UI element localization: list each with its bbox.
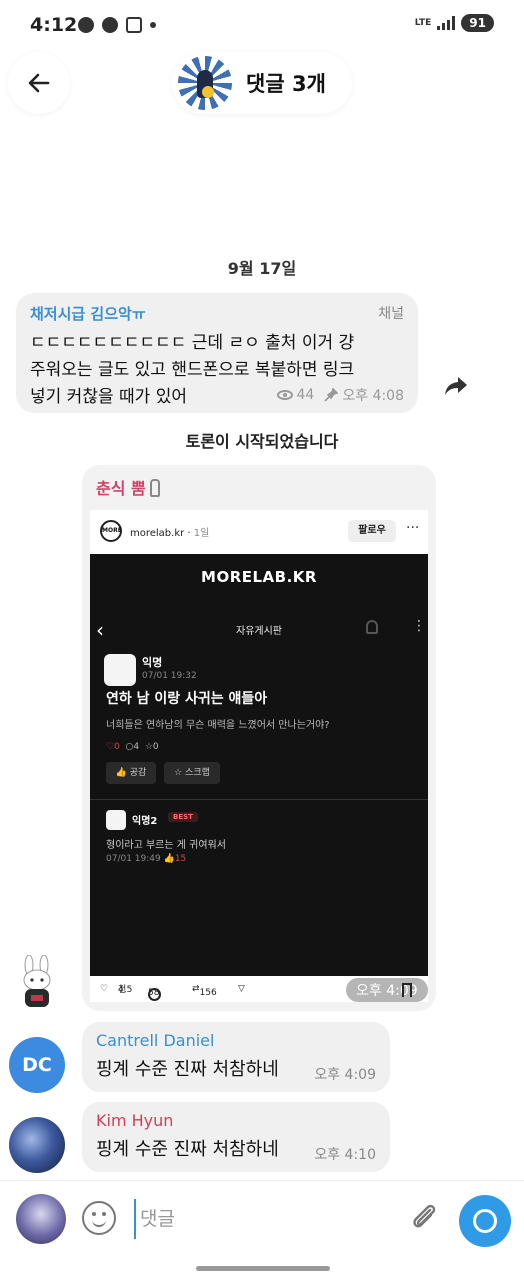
network-label: LTE	[414, 17, 432, 28]
comment-input[interactable]	[134, 1199, 384, 1239]
status-icons	[78, 17, 156, 33]
screen-record-icon	[126, 17, 142, 33]
post-author: 익명	[142, 656, 163, 669]
author-avatar	[104, 654, 136, 686]
rabbit-sticker-avatar[interactable]	[16, 955, 58, 1013]
status-time: 4:12	[30, 14, 78, 36]
battery-indicator: 91	[461, 14, 494, 32]
post-stats: ♡0 ○4 ☆0	[106, 742, 159, 752]
comment-divider	[90, 799, 428, 800]
like-icon: ♡	[106, 742, 115, 752]
channel-post-time: 오후 4:08	[342, 388, 404, 404]
share-arrow-icon	[445, 377, 467, 395]
repost-count[interactable]: ⇄ 156	[192, 984, 217, 998]
back-button[interactable]	[8, 52, 70, 114]
channel-post-bubble[interactable]: 채저시급 김으악ㅠ 채널 ㄷㄷㄷㄷㄷㄷㄷㄷㄷㄷ 근데 ㄹㅇ 출처 이거 걍 주워…	[16, 293, 418, 413]
status-right: LTE 91	[415, 14, 494, 32]
discussion-started-notice: 토론이 시작되었습니다	[185, 432, 339, 451]
account-name: morelab.kr · 1일	[130, 528, 210, 539]
message-sender[interactable]: Cantrell Daniel	[96, 1031, 376, 1050]
like-button-image: 👍 공감	[106, 762, 156, 784]
post-date: 07/01 19:32	[142, 671, 197, 681]
channel-post-meta: 44 오후 4:08	[276, 385, 404, 405]
dot-icon	[150, 22, 156, 28]
forwarded-message-bubble[interactable]: 춘식 뿜 MORE morelab.kr · 1일 팔로우 ··· MORELA…	[82, 465, 436, 1011]
comment-text: 형이라고 부르는 게 귀여워서	[106, 840, 226, 851]
bell-icon	[366, 620, 378, 634]
more-icon[interactable]: ···	[406, 520, 419, 536]
heart-icon[interactable]: ♡	[100, 984, 108, 994]
forwarded-sender-name: 춘식 뿜	[96, 479, 146, 498]
instagram-post-header: MORE morelab.kr · 1일 팔로우 ···	[90, 510, 428, 550]
message-time: 오후 4:09	[314, 1067, 376, 1083]
scrap-button-image: ☆ 스크랩	[164, 762, 220, 784]
share-button[interactable]	[440, 370, 472, 402]
eye-icon	[276, 390, 293, 400]
comment-composer	[0, 1180, 524, 1260]
my-avatar[interactable]	[16, 1194, 66, 1244]
camera-send-button[interactable]	[459, 1195, 511, 1247]
home-indicator[interactable]	[196, 1266, 330, 1271]
signal-icon	[437, 16, 456, 30]
message-time: 오후 4:10	[314, 1147, 376, 1163]
avatar-cantrell-daniel[interactable]: DC	[9, 1037, 65, 1093]
status-bar: 4:12 LTE 91	[0, 0, 524, 56]
talk-icon	[78, 17, 94, 33]
chat-title: 댓글 3개	[246, 72, 326, 96]
date-separator: 9월 17일	[227, 259, 297, 278]
comment-meta: 07/01 19:49 👍15	[106, 854, 187, 864]
message-bubble[interactable]: Kim Hyun 핑계 수준 진짜 처참하네 오후 4:10	[82, 1102, 390, 1172]
comment-author: 익명2	[132, 816, 158, 827]
post-title: 연하 남 이랑 사귀는 얘들아	[106, 691, 268, 707]
avatar-kim-hyun[interactable]	[9, 1117, 65, 1173]
channel-tag: 채널	[378, 306, 404, 322]
account-logo: MORE	[100, 520, 122, 542]
chat-title-pill[interactable]: 댓글 3개	[172, 52, 352, 114]
view-count: 44	[296, 387, 315, 403]
emoji-icon[interactable]	[82, 1201, 116, 1235]
kebab-icon: ⋮	[412, 618, 426, 634]
salt-shaker-icon	[149, 479, 160, 497]
forwarded-sender[interactable]: 춘식 뿜	[96, 475, 160, 499]
instagram-post-preview[interactable]: MORE morelab.kr · 1일 팔로우 ··· MORELAB.KR …	[90, 510, 428, 1002]
bookmark-icon[interactable]	[402, 983, 412, 997]
channel-post-sender[interactable]: 채저시급 김으악ㅠ	[30, 303, 404, 324]
paperclip-icon[interactable]	[408, 1201, 440, 1233]
message-bubble[interactable]: Cantrell Daniel 핑계 수준 진짜 처참하네 오후 4:09	[82, 1022, 390, 1092]
best-badge: BEST	[168, 812, 198, 822]
chatgpt-icon	[102, 17, 118, 33]
send-paper-icon[interactable]: ▽	[238, 984, 245, 994]
screenshot-brand: MORELAB.KR	[201, 568, 317, 586]
commenter-avatar	[106, 810, 126, 830]
arrow-left-icon	[28, 73, 50, 93]
message-sender[interactable]: Kim Hyun	[96, 1111, 376, 1130]
channel-avatar[interactable]	[178, 56, 232, 110]
pin-icon	[324, 388, 339, 402]
forwarded-time: 오후 4:09	[346, 978, 428, 1002]
follow-button[interactable]: 팔로우	[348, 520, 396, 542]
post-body: 너희들은 연하남의 무슨 매력을 느꼈어서 만나는거야?	[106, 720, 330, 731]
post-screenshot: MORELAB.KR ‹ 자유게시판 ⋮ 익명 07/01 19:32 연하 남…	[90, 554, 428, 976]
